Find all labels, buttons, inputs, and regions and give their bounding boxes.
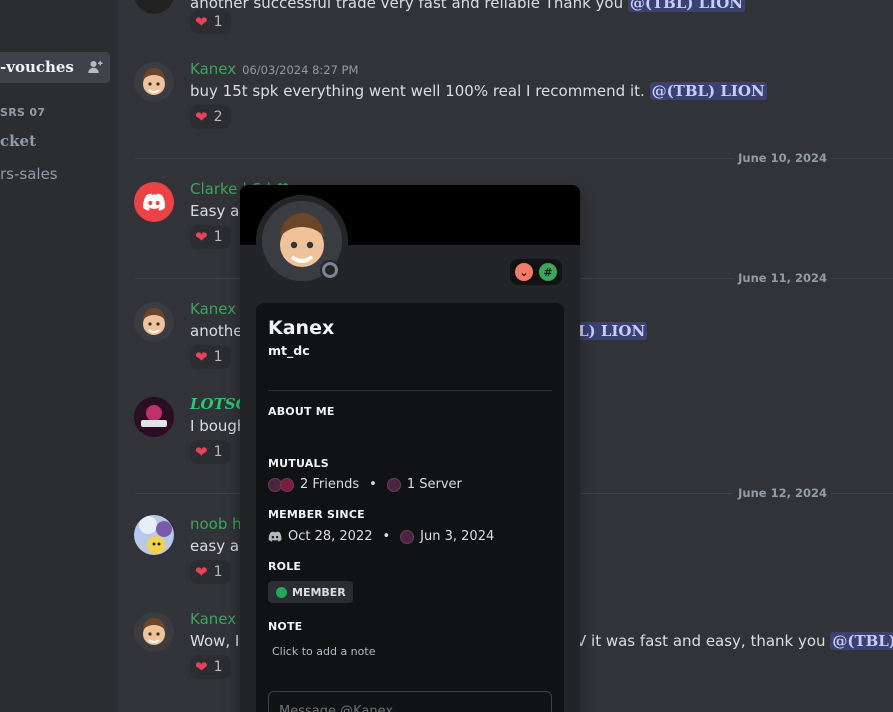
separator-dot: • [382, 529, 391, 544]
date-divider-label: June 10, 2024 [734, 151, 831, 165]
user-mention[interactable]: @(TBL) LION [649, 82, 767, 100]
mutuals-heading: MUTUALS [268, 457, 329, 470]
user-mention[interactable]: L) LION [576, 322, 648, 340]
hypesquad-badge-icon[interactable]: ⌄ [515, 263, 533, 281]
avatar[interactable] [134, 182, 174, 222]
note-heading: NOTE [268, 620, 303, 633]
reaction-pill[interactable]: ❤ 1 [190, 10, 231, 34]
user-mention[interactable]: @(TBL) LIO [830, 632, 893, 650]
reaction-pill[interactable]: ❤ 1 [190, 560, 231, 584]
avatar[interactable] [134, 0, 174, 14]
role-pill[interactable]: MEMBER [268, 581, 353, 603]
reaction-pill[interactable]: ❤ 2 [190, 105, 231, 129]
avatar[interactable] [134, 397, 174, 437]
member-since-heading: MEMBER SINCE [268, 508, 365, 521]
channel-item-sales[interactable]: rs-sales [0, 165, 58, 183]
avatar[interactable] [134, 515, 174, 555]
reaction-count: 1 [213, 564, 223, 580]
avatar[interactable] [134, 62, 174, 102]
heart-icon: ❤ [195, 13, 208, 31]
username[interactable]: Kanex [190, 610, 236, 628]
discord-icon [143, 193, 166, 211]
reaction-pill[interactable]: ❤ 1 [190, 345, 231, 369]
reaction-count: 1 [213, 349, 223, 365]
profile-card: Kanex mt_dc ABOUT ME MUTUALS 2 Friends •… [256, 303, 564, 712]
reaction-pill[interactable]: ❤ 1 [190, 225, 231, 249]
offline-status-icon [320, 260, 340, 280]
heart-icon: ❤ [195, 658, 208, 676]
heart-icon: ❤ [195, 563, 208, 581]
role-color-icon [276, 586, 287, 598]
message-input[interactable]: Message @Kanex [268, 691, 552, 712]
mutual-friends[interactable]: 2 Friends [300, 477, 359, 492]
server-icon [386, 477, 401, 492]
reaction-count: 1 [213, 229, 223, 245]
reaction-count: 2 [213, 109, 223, 125]
discord-icon [268, 531, 282, 542]
reaction-count: 1 [213, 659, 223, 675]
hashtag-badge-icon[interactable]: # [539, 263, 557, 281]
divider [268, 390, 552, 391]
profile-username[interactable]: mt_dc [268, 343, 310, 358]
user-mention[interactable]: @(TBL) LION [627, 0, 746, 12]
server-member-since: Jun 3, 2024 [420, 529, 495, 544]
username[interactable]: Kanex [190, 300, 236, 318]
note-input[interactable]: Click to add a note [272, 645, 375, 658]
heart-icon: ❤ [195, 228, 208, 246]
add-user-icon[interactable] [86, 58, 104, 76]
message-text-tail: V it was fast and easy, thank you @(TBL)… [576, 632, 893, 650]
discord-member-since: Oct 28, 2022 [288, 529, 373, 544]
role-name: MEMBER [292, 585, 346, 599]
date-divider-label: June 11, 2024 [734, 271, 831, 285]
mutual-servers[interactable]: 1 Server [407, 477, 462, 492]
reaction-pill[interactable]: ❤ 1 [190, 655, 231, 679]
message-text-tail: L) LION [576, 322, 648, 340]
mutuals-row[interactable]: 2 Friends • 1 Server [268, 477, 462, 492]
profile-badges: ⌄ # [510, 259, 562, 285]
channel-item-ticket[interactable]: cket [0, 132, 36, 150]
heart-icon: ❤ [195, 108, 208, 126]
message-text: another successful trade very fast and r… [190, 0, 746, 12]
member-since-row: Oct 28, 2022 • Jun 3, 2024 [268, 529, 494, 544]
channel-label: -vouches [0, 58, 74, 76]
date-divider-label: June 12, 2024 [734, 486, 831, 500]
channel-category[interactable]: SRS 07 [0, 106, 45, 119]
channel-sidebar: -vouches SRS 07 cket rs-sales [0, 0, 118, 712]
about-me-heading: ABOUT ME [268, 405, 335, 418]
message-text: buy 15t spk everything went well 100% re… [190, 82, 767, 100]
role-heading: ROLE [268, 560, 302, 573]
username[interactable]: Kanex 06/03/2024 8:27 PM [190, 60, 358, 78]
avatar[interactable] [134, 612, 174, 652]
mutual-avatar [280, 477, 294, 492]
heart-icon: ❤ [195, 348, 208, 366]
timestamp: 06/03/2024 8:27 PM [242, 63, 359, 77]
channel-item-vouches[interactable]: -vouches [0, 52, 110, 83]
separator-dot: • [369, 477, 377, 492]
heart-icon: ❤ [195, 443, 208, 461]
server-icon [400, 529, 415, 544]
reaction-count: 1 [213, 14, 223, 30]
reaction-pill[interactable]: ❤ 1 [190, 440, 231, 464]
reaction-count: 1 [213, 444, 223, 460]
profile-popout: ⌄ # Kanex mt_dc ABOUT ME MUTUALS 2 Frien… [240, 185, 580, 712]
message-text: I bough [190, 417, 247, 435]
profile-display-name: Kanex [268, 317, 335, 339]
avatar[interactable] [134, 302, 174, 342]
